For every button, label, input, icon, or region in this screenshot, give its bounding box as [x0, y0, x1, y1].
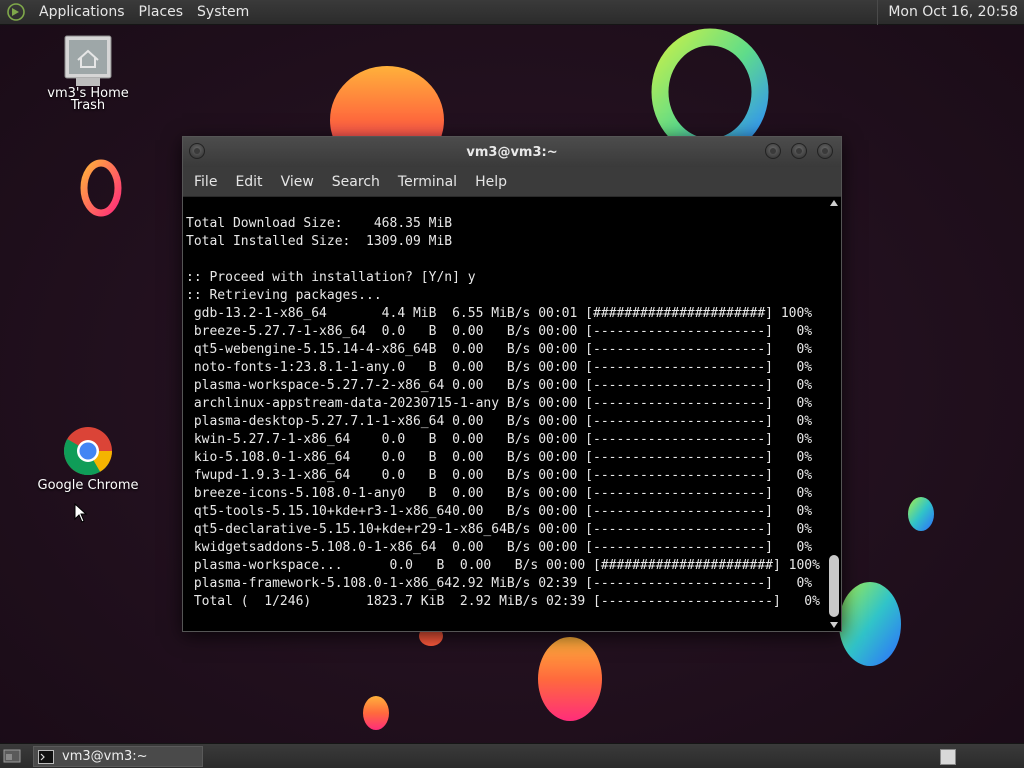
- scroll-down-arrow-icon[interactable]: [827, 619, 841, 631]
- terminal-line: qt5-declarative-5.15.10+kde+r29-1-x86_64…: [186, 522, 813, 537]
- terminal-line: kwin-5.27.7-1-x86_64 0.0 B 0.00 B/s 00:0…: [186, 432, 813, 447]
- menu-terminal[interactable]: Terminal: [390, 174, 465, 190]
- terminal-window[interactable]: vm3@vm3:~ File Edit View Search Terminal…: [182, 136, 842, 632]
- chrome-icon: [33, 426, 143, 476]
- top-panel: Applications Places System Mon Oct 16, 2…: [0, 0, 1024, 25]
- window-title: vm3@vm3:~: [466, 144, 558, 160]
- clock[interactable]: Mon Oct 16, 20:58: [877, 0, 1024, 25]
- terminal-line: plasma-framework-5.108.0-1-x86_642.92 Mi…: [186, 576, 813, 591]
- wallpaper-blue-dot: [908, 497, 934, 531]
- desktop-icon-google-chrome[interactable]: Google Chrome: [33, 426, 143, 493]
- terminal-line: gdb-13.2-1-x86_64 4.4 MiB 6.55 MiB/s 00:…: [186, 306, 813, 321]
- menu-search[interactable]: Search: [324, 174, 388, 190]
- chrome-icon-label: Google Chrome: [37, 478, 139, 493]
- applications-menu[interactable]: Applications: [32, 4, 132, 20]
- terminal-line: kwidgetsaddons-5.108.0-1-x86_64 0.00 B/s…: [186, 540, 813, 555]
- taskbar-terminal-button[interactable]: vm3@vm3:~: [33, 746, 203, 767]
- window-menu-button[interactable]: [189, 143, 205, 159]
- terminal-line: kio-5.108.0-1-x86_64 0.0 B 0.00 B/s 00:0…: [186, 450, 813, 465]
- taskbar-terminal-label: vm3@vm3:~: [62, 749, 148, 764]
- wallpaper-small-orange-egg: [363, 696, 389, 730]
- menu-edit[interactable]: Edit: [227, 174, 270, 190]
- desktop-icon-trash[interactable]: vm3's Home Trash: [33, 33, 143, 112]
- terminal-line: plasma-desktop-5.27.7.1-1-x86_64 0.00 B/…: [186, 414, 813, 429]
- terminal-icon: [38, 749, 54, 764]
- terminal-line: Total Installed Size: 1309.09 MiB: [186, 234, 453, 249]
- mate-logo-icon[interactable]: [6, 2, 26, 22]
- workspace-switcher[interactable]: [940, 749, 956, 765]
- terminal-line: plasma-workspace... 0.0 B 0.00 B/s 00:00…: [186, 558, 820, 573]
- show-desktop-icon[interactable]: [3, 748, 21, 764]
- places-menu[interactable]: Places: [132, 4, 191, 20]
- bottom-panel: vm3@vm3:~: [0, 743, 1024, 768]
- scroll-up-arrow-icon[interactable]: [827, 197, 841, 209]
- mouse-pointer-icon: [74, 503, 88, 523]
- terminal-line: Total Download Size: 468.35 MiB: [186, 216, 453, 231]
- trash-icon: [33, 33, 143, 89]
- menu-view[interactable]: View: [273, 174, 322, 190]
- close-button[interactable]: [817, 143, 833, 159]
- terminal-line: archlinux-appstream-data-20230715-1-any …: [186, 396, 813, 411]
- wallpaper-blue-blob: [839, 582, 901, 666]
- terminal-line: fwupd-1.9.3-1-x86_64 0.0 B 0.00 B/s 00:0…: [186, 468, 813, 483]
- terminal-line: plasma-workspace-5.27.7-2-x86_64 0.00 B/…: [186, 378, 813, 393]
- menu-help[interactable]: Help: [467, 174, 515, 190]
- maximize-button[interactable]: [791, 143, 807, 159]
- terminal-line: :: Retrieving packages...: [186, 288, 382, 303]
- window-titlebar[interactable]: vm3@vm3:~: [183, 137, 841, 167]
- terminal-scrollbar[interactable]: [827, 197, 841, 631]
- menu-file[interactable]: File: [186, 174, 225, 190]
- scrollbar-thumb[interactable]: [829, 555, 839, 617]
- terminal-line: qt5-webengine-5.15.14-4-x86_64B 0.00 B/s…: [186, 342, 813, 357]
- system-menu[interactable]: System: [190, 4, 256, 20]
- trash-icon-label: Trash: [70, 98, 106, 113]
- terminal-line: breeze-5.27.7-1-x86_64 0.0 B 0.00 B/s 00…: [186, 324, 813, 339]
- terminal-output[interactable]: Total Download Size: 468.35 MiB Total Ins…: [183, 197, 827, 631]
- terminal-menubar: File Edit View Search Terminal Help: [183, 167, 841, 197]
- minimize-button[interactable]: [765, 143, 781, 159]
- terminal-line: breeze-icons-5.108.0-1-any0 B 0.00 B/s 0…: [186, 486, 813, 501]
- wallpaper-orange-egg: [538, 637, 602, 721]
- terminal-line: noto-fonts-1:23.8.1-1-any.0 B 0.00 B/s 0…: [186, 360, 813, 375]
- terminal-line: Total ( 1/246) 1823.7 KiB 2.92 MiB/s 02:…: [186, 594, 820, 609]
- terminal-line: :: Proceed with installation? [Y/n] y: [186, 270, 476, 285]
- terminal-line: qt5-tools-5.15.10+kde+r3-1-x86_640.00 B/…: [186, 504, 813, 519]
